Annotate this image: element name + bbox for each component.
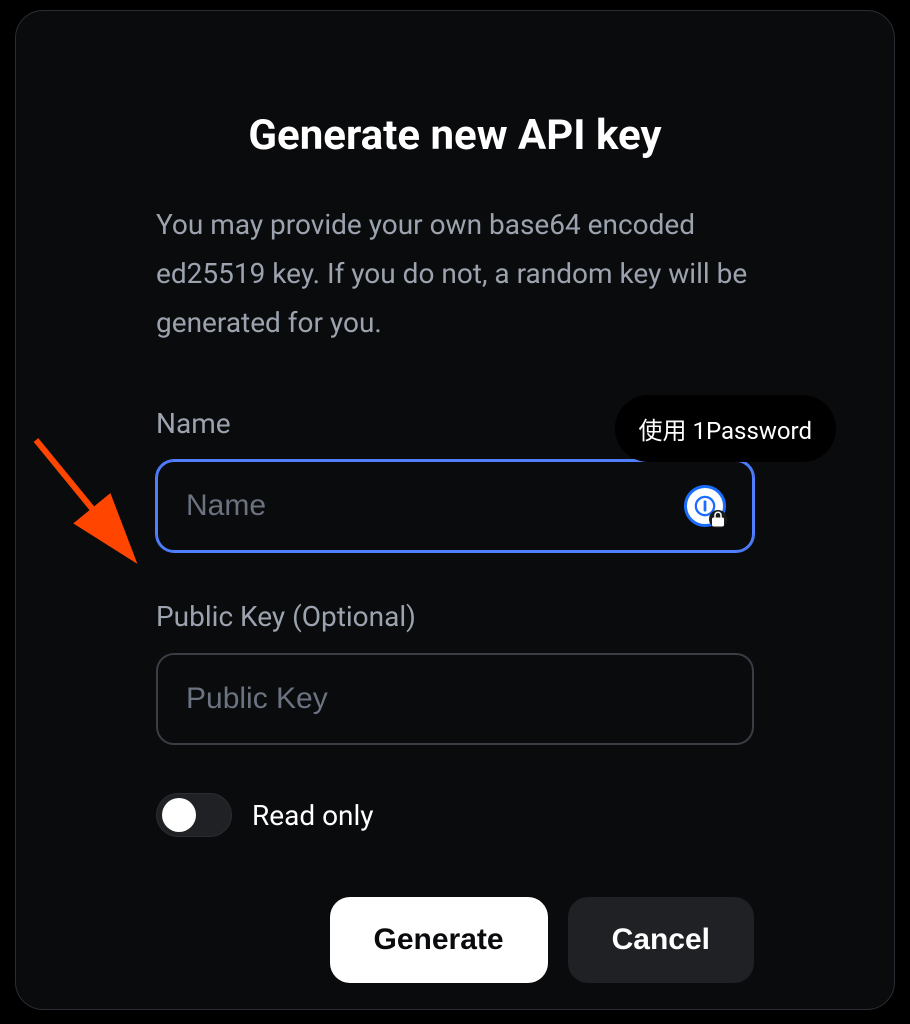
toggle-knob (162, 798, 196, 832)
cancel-button[interactable]: Cancel (568, 897, 754, 983)
public-key-form-group: Public Key (Optional) (156, 600, 754, 745)
name-form-group: Name 使用 1Password (156, 407, 754, 552)
button-row: Generate Cancel (156, 897, 754, 983)
name-input[interactable] (156, 460, 754, 552)
public-key-label: Public Key (Optional) (156, 600, 754, 633)
lock-icon (709, 510, 727, 528)
onepassword-icon[interactable] (684, 485, 726, 527)
read-only-label: Read only (252, 799, 374, 832)
read-only-toggle[interactable] (156, 793, 232, 837)
modal-title: Generate new API key (156, 111, 754, 160)
password-manager-tooltip: 使用 1Password (615, 395, 836, 462)
generate-api-key-modal: Generate new API key You may provide you… (15, 10, 895, 1010)
read-only-toggle-row: Read only (156, 793, 754, 837)
modal-description: You may provide your own base64 encoded … (156, 200, 754, 347)
public-key-input[interactable] (156, 653, 754, 745)
generate-button[interactable]: Generate (330, 897, 548, 983)
name-input-wrapper (156, 460, 754, 552)
